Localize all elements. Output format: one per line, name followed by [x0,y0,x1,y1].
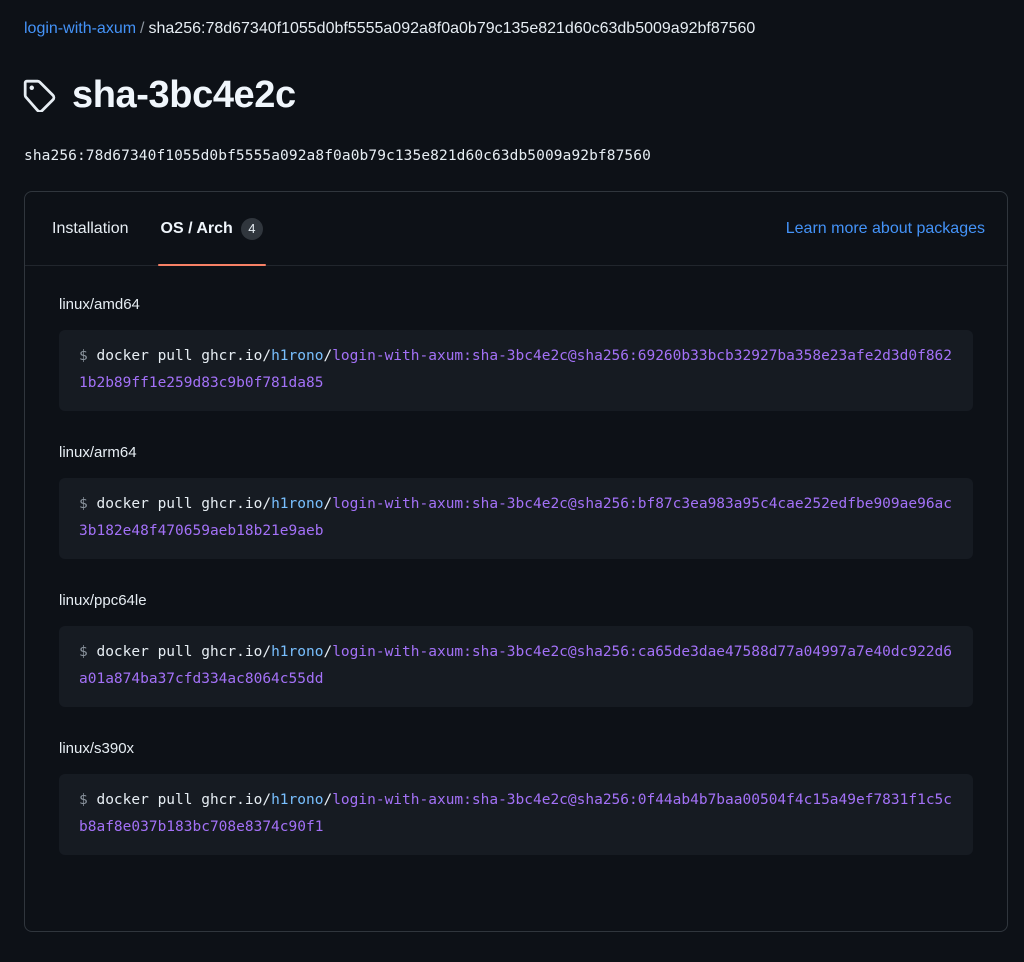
tab-os-arch-counter: 4 [240,217,263,240]
learn-more-about-packages-link[interactable]: Learn more about packages [786,220,995,238]
shell-prompt: $ [79,792,88,808]
shell-prompt: $ [79,644,88,660]
pull-command-codeblock[interactable]: $ docker pull ghcr.io/h1rono/login-with-… [59,626,973,707]
tab-installation-label: Installation [52,219,129,237]
platform-os-arch-label: linux/amd64 [59,296,140,313]
pull-command-text: docker pull ghcr.io/ [96,792,272,808]
breadcrumb-repo-link[interactable]: login-with-axum [24,20,136,37]
package-owner-token: h1rono [271,644,324,660]
pull-command-text: docker pull ghcr.io/ [96,644,272,660]
os-arch-list: linux/amd64 $ docker pull ghcr.io/h1rono… [25,266,1007,855]
platform-block: linux/amd64 $ docker pull ghcr.io/h1rono… [59,294,973,411]
pull-command-text: docker pull ghcr.io/ [96,496,272,512]
tab-os-arch[interactable]: OS / Arch 4 [145,192,279,266]
pull-command-codeblock[interactable]: $ docker pull ghcr.io/h1rono/login-with-… [59,330,973,411]
tag-icon [22,78,56,112]
path-separator: / [323,792,333,808]
tab-installation[interactable]: Installation [36,192,145,266]
tab-bar: Installation OS / Arch 4 Learn more abou… [25,192,1007,266]
package-version-page: login-with-axum / sha256:78d67340f1055d0bf… [0,0,1024,962]
breadcrumb-separator: / [140,20,145,37]
package-owner-token: h1rono [271,792,324,808]
page-title: sha-3bc4e2c [72,74,296,116]
package-owner-token: h1rono [271,496,324,512]
platform-os-arch-label: linux/ppc64le [59,592,147,609]
breadcrumb-current-digest: sha256:78d67340f1055d0bf5555a092a8f0a0b7… [148,20,756,37]
path-separator: / [323,644,333,660]
path-separator: / [323,348,333,364]
platform-block: linux/ppc64le $ docker pull ghcr.io/h1ro… [59,590,973,707]
package-owner-token: h1rono [271,348,324,364]
shell-prompt: $ [79,496,88,512]
pull-command-text: docker pull ghcr.io/ [96,348,272,364]
shell-prompt: $ [79,348,88,364]
package-details-card: Installation OS / Arch 4 Learn more abou… [24,191,1008,932]
platform-block: linux/s390x $ docker pull ghcr.io/h1rono… [59,738,973,855]
platform-block: linux/arm64 $ docker pull ghcr.io/h1rono… [59,442,973,559]
pull-command-codeblock[interactable]: $ docker pull ghcr.io/h1rono/login-with-… [59,774,973,855]
page-title-row: sha-3bc4e2c [22,72,296,118]
tab-os-arch-label: OS / Arch [160,219,233,237]
pull-command-codeblock[interactable]: $ docker pull ghcr.io/h1rono/login-with-… [59,478,973,559]
breadcrumb: login-with-axum / sha256:78d67340f1055d0bf… [24,17,755,41]
platform-os-arch-label: linux/arm64 [59,444,137,461]
path-separator: / [323,496,333,512]
platform-os-arch-label: linux/s390x [59,740,135,757]
image-digest-text: sha256:78d67340f1055d0bf5555a092a8f0a0b7… [24,148,651,164]
